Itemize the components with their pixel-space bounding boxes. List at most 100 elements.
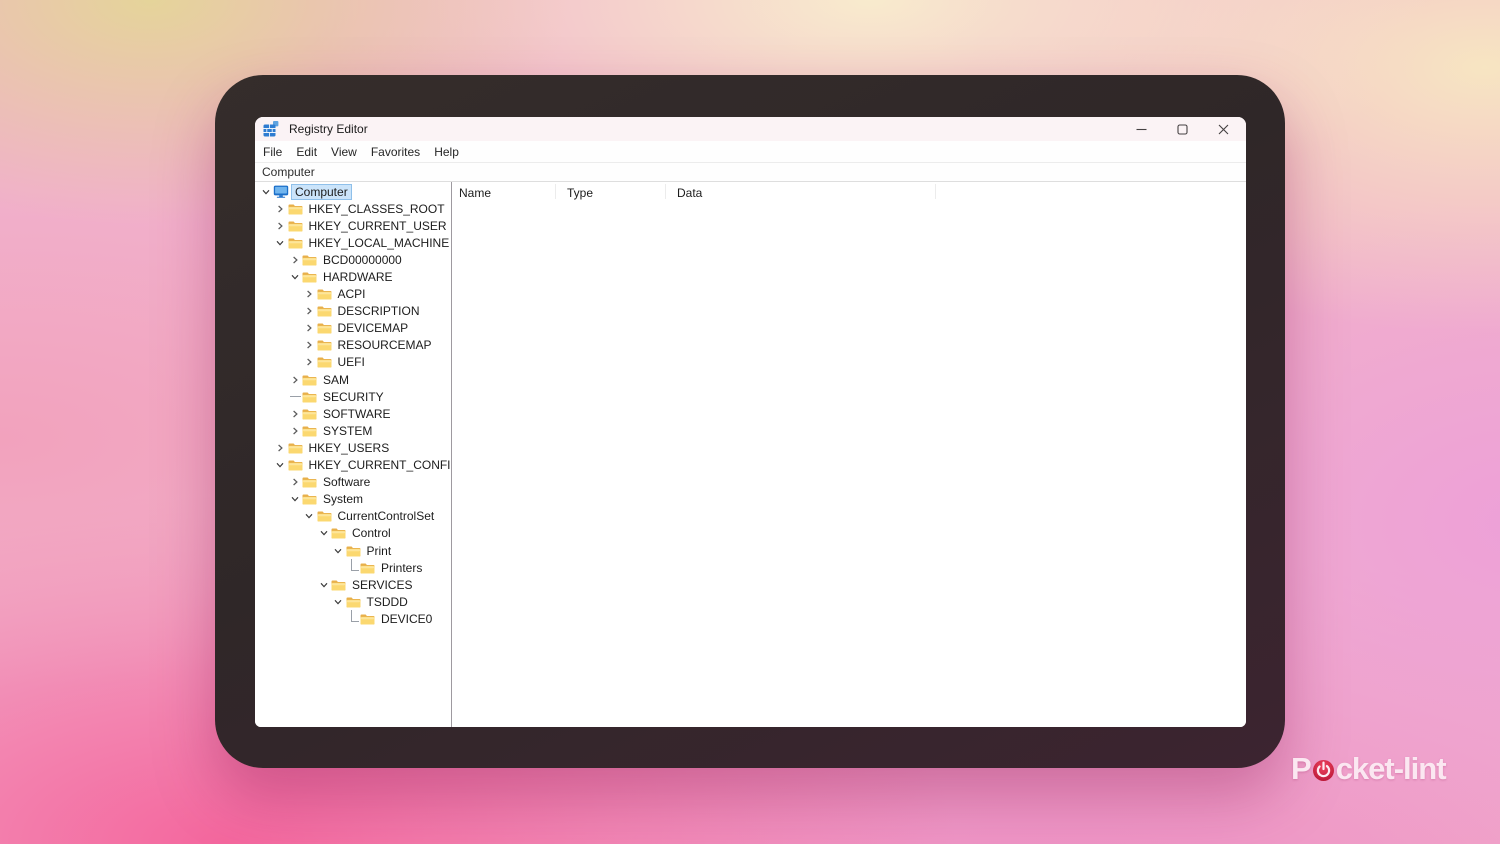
tree-item-label: HKEY_LOCAL_MACHINE xyxy=(306,236,453,250)
column-divider[interactable] xyxy=(555,184,556,199)
tree-item-hardware[interactable]: HARDWARE xyxy=(255,268,451,285)
folder-icon xyxy=(359,559,376,576)
tree-item-hkey-classes-root[interactable]: HKEY_CLASSES_ROOT xyxy=(255,200,451,217)
folder-icon xyxy=(301,405,318,422)
tree-item-hkey-local-machine[interactable]: HKEY_LOCAL_MACHINE xyxy=(255,234,451,251)
tree-item-security[interactable]: SECURITY xyxy=(255,388,451,405)
tree-item-label: HKEY_CLASSES_ROOT xyxy=(306,202,448,216)
chevron-right-icon[interactable] xyxy=(274,217,287,234)
chevron-right-icon[interactable] xyxy=(288,405,301,422)
folder-icon xyxy=(316,354,333,371)
tree-item-software[interactable]: SOFTWARE xyxy=(255,405,451,422)
tree-item-label: SERVICES xyxy=(349,578,415,592)
chevron-down-icon[interactable] xyxy=(259,183,272,200)
menu-file[interactable]: File xyxy=(256,145,289,159)
tree-item-label: Print xyxy=(364,544,395,558)
folder-icon xyxy=(345,542,362,559)
tree-item-software[interactable]: Software xyxy=(255,474,451,491)
folder-icon xyxy=(316,303,333,320)
chevron-down-icon[interactable] xyxy=(274,457,287,474)
tree-item-label: DEVICEMAP xyxy=(335,321,412,335)
chevron-down-icon[interactable] xyxy=(332,593,345,610)
folder-icon xyxy=(301,269,318,286)
tree-item-devicemap[interactable]: DEVICEMAP xyxy=(255,320,451,337)
chevron-down-icon[interactable] xyxy=(288,269,301,286)
chevron-down-icon[interactable] xyxy=(288,491,301,508)
tree-item-print[interactable]: Print xyxy=(255,542,451,559)
column-header-data[interactable]: Data xyxy=(677,186,702,200)
folder-icon xyxy=(316,337,333,354)
chevron-right-icon[interactable] xyxy=(288,474,301,491)
tree-item-uefi[interactable]: UEFI xyxy=(255,354,451,371)
column-header-name[interactable]: Name xyxy=(459,186,491,200)
folder-icon xyxy=(287,457,304,474)
chevron-down-icon[interactable] xyxy=(332,542,345,559)
tree-item-control[interactable]: Control xyxy=(255,525,451,542)
tree-item-resourcemap[interactable]: RESOURCEMAP xyxy=(255,337,451,354)
address-bar[interactable]: Computer xyxy=(255,162,1246,181)
column-header-type[interactable]: Type xyxy=(567,186,593,200)
address-path: Computer xyxy=(262,165,315,179)
menu-edit[interactable]: Edit xyxy=(289,145,324,159)
chevron-down-icon[interactable] xyxy=(317,576,330,593)
minimize-button[interactable] xyxy=(1121,117,1162,141)
tree-item-services[interactable]: SERVICES xyxy=(255,576,451,593)
column-divider[interactable] xyxy=(935,184,936,199)
tree-item-acpi[interactable]: ACPI xyxy=(255,286,451,303)
folder-icon xyxy=(316,320,333,337)
tree-item-device0[interactable]: DEVICE0 xyxy=(255,610,451,627)
chevron-down-icon[interactable] xyxy=(274,234,287,251)
chevron-right-icon[interactable] xyxy=(303,286,316,303)
chevron-right-icon[interactable] xyxy=(288,422,301,439)
chevron-right-icon[interactable] xyxy=(288,371,301,388)
chevron-right-icon[interactable] xyxy=(274,439,287,456)
tree-item-printers[interactable]: Printers xyxy=(255,559,451,576)
chevron-down-icon[interactable] xyxy=(317,525,330,542)
folder-icon xyxy=(301,371,318,388)
menu-favorites[interactable]: Favorites xyxy=(364,145,427,159)
tree-item-label: System xyxy=(320,492,366,506)
registry-app-icon xyxy=(263,121,279,137)
chevron-down-icon[interactable] xyxy=(303,508,316,525)
chevron-right-icon[interactable] xyxy=(303,303,316,320)
folder-icon xyxy=(316,508,333,525)
tree-item-tsddd[interactable]: TSDDD xyxy=(255,593,451,610)
tree-connector xyxy=(288,388,301,405)
tree-item-currentcontrolset[interactable]: CurrentControlSet xyxy=(255,508,451,525)
tree-connector xyxy=(346,559,359,576)
chevron-right-icon[interactable] xyxy=(274,200,287,217)
folder-icon xyxy=(301,251,318,268)
folder-icon xyxy=(316,286,333,303)
window-title: Registry Editor xyxy=(289,122,368,136)
folder-icon xyxy=(330,576,347,593)
tree-item-label: Printers xyxy=(378,561,425,575)
chevron-right-icon[interactable] xyxy=(303,320,316,337)
tree-item-description[interactable]: DESCRIPTION xyxy=(255,303,451,320)
logo-text-suffix: cket-lint xyxy=(1336,751,1446,787)
folder-icon xyxy=(287,200,304,217)
folder-icon xyxy=(301,422,318,439)
chevron-right-icon[interactable] xyxy=(288,251,301,268)
tablet-bezel: Registry Editor File Edit View Favorites… xyxy=(215,75,1285,768)
tree-item-label: BCD00000000 xyxy=(320,253,405,267)
column-divider[interactable] xyxy=(665,184,666,199)
menu-view[interactable]: View xyxy=(324,145,364,159)
tree-item-bcd00000000[interactable]: BCD00000000 xyxy=(255,251,451,268)
tree-connector xyxy=(346,610,359,627)
menu-help[interactable]: Help xyxy=(427,145,466,159)
maximize-button[interactable] xyxy=(1162,117,1203,141)
chevron-right-icon[interactable] xyxy=(303,337,316,354)
folder-icon xyxy=(287,234,304,251)
power-icon xyxy=(1312,759,1335,782)
tree-item-system[interactable]: System xyxy=(255,491,451,508)
close-button[interactable] xyxy=(1203,117,1244,141)
tree-item-hkey-users[interactable]: HKEY_USERS xyxy=(255,439,451,456)
tree-item-system[interactable]: SYSTEM xyxy=(255,422,451,439)
tree-item-hkey-current-config[interactable]: HKEY_CURRENT_CONFIG xyxy=(255,457,451,474)
chevron-right-icon[interactable] xyxy=(303,354,316,371)
value-list-pane: Name Type Data xyxy=(452,182,1246,727)
tree-item-hkey-current-user[interactable]: HKEY_CURRENT_USER xyxy=(255,217,451,234)
tree-item-label: HKEY_CURRENT_USER xyxy=(306,219,450,233)
tree-item-sam[interactable]: SAM xyxy=(255,371,451,388)
tree-item-computer[interactable]: Computer xyxy=(255,183,451,200)
